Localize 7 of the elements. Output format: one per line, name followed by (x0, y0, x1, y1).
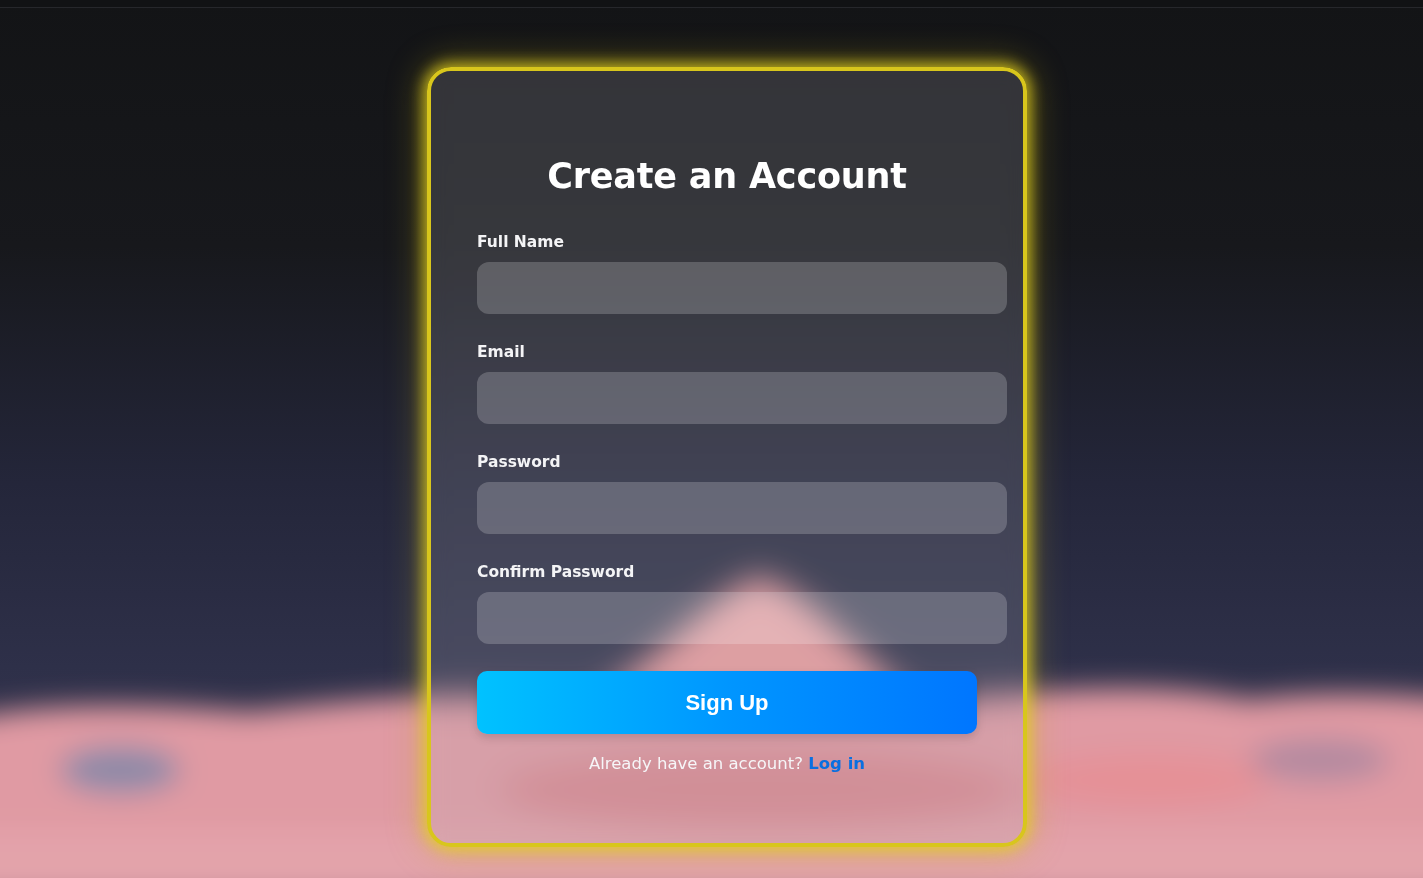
login-link[interactable]: Log in (808, 754, 866, 773)
field-label: Email (477, 342, 525, 362)
login-prompt-text: Already have an account? (588, 754, 803, 773)
form-title: Create an Account (546, 155, 908, 197)
field-label: Full Name (477, 232, 564, 252)
field-label: Confirm Password (477, 562, 635, 582)
field-label: Password (477, 452, 561, 472)
